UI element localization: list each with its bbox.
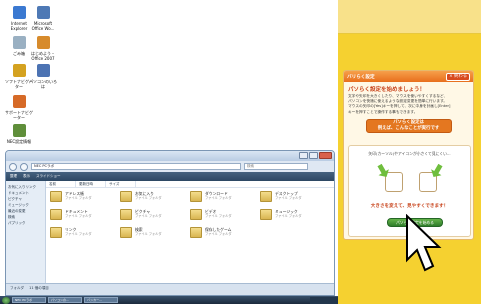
desktop-icon[interactable]: サポートナビゲーター — [4, 95, 34, 120]
folder-type: ファイル フォルダ — [65, 214, 92, 218]
folder-icon — [190, 227, 202, 238]
panel-description: 文字や矢印を大きくしたり、マウスを使いやすくするなど、 パソコンを快適に使えるよ… — [344, 94, 473, 115]
explorer-toolbar: 整理 表示 スライドショー — [6, 172, 334, 181]
back-button[interactable] — [9, 162, 17, 171]
folder-item[interactable]: 検索 ファイル フォルダ — [120, 227, 190, 245]
toolbar-organize[interactable]: 整理 — [10, 174, 17, 179]
ie-icon — [12, 6, 26, 19]
folder-item[interactable]: リンク ファイル フォルダ — [50, 227, 120, 245]
folder-icon — [50, 191, 62, 202]
office-icon — [36, 6, 50, 19]
nec-icon — [12, 124, 26, 137]
folder-type: ファイル フォルダ — [205, 232, 232, 236]
folder-item[interactable]: アドレス帳 ファイル フォルダ — [50, 191, 120, 209]
desktop-icon-label: NEC設定情報 — [6, 139, 32, 144]
desktop-icon-label: はじめよう・Office 2007 — [31, 51, 55, 61]
desktop-icon[interactable]: Microsoft Office Wo... — [28, 6, 58, 31]
folders-label[interactable]: フォルダ — [10, 286, 24, 290]
folder-item[interactable]: ドキュメント ファイル フォルダ — [50, 209, 120, 227]
finish-button[interactable]: × 終わる — [446, 72, 470, 81]
folder-type: ファイル フォルダ — [65, 196, 92, 200]
desktop-icon[interactable]: NEC設定情報 — [4, 124, 34, 144]
explorer-window[interactable]: NEC PCラボ 検索 整理 表示 スライドショー お気に入りリンク ドキュメント… — [5, 150, 335, 296]
folder-type: ファイル フォルダ — [205, 196, 232, 200]
taskbar-item-2[interactable]: パソコンの... — [48, 297, 82, 303]
column-size[interactable]: サイズ — [106, 181, 136, 187]
folder-type: ファイル フォルダ — [135, 214, 162, 218]
nav-item[interactable]: パブリック — [8, 220, 43, 226]
folder-type: ファイル フォルダ — [205, 214, 232, 218]
folder-type: ファイル フォルダ — [275, 214, 302, 218]
trash-icon — [12, 36, 26, 49]
file-grid: アドレス帳 ファイル フォルダ お気に入り ファイル フォルダ ダウンロード ファイル フ… — [46, 188, 334, 248]
folder-icon — [120, 209, 132, 220]
navigator-icon — [12, 64, 26, 77]
toolbar-view[interactable]: 表示 — [23, 174, 30, 179]
folder-icon — [120, 227, 132, 238]
folder-type: ファイル フォルダ — [135, 196, 162, 200]
maximize-button[interactable] — [309, 152, 318, 159]
office-start-icon — [36, 36, 50, 49]
taskbar-item-3[interactable]: バンカー... — [84, 297, 118, 303]
forward-button[interactable] — [20, 162, 28, 171]
toolbar-slideshow[interactable]: スライドショー — [36, 174, 61, 179]
system-tray — [310, 296, 338, 304]
panel-title: バリらく設定 — [347, 74, 375, 80]
desktop-icon[interactable]: はじめよう・Office 2007 — [28, 36, 58, 61]
cursor-illustration-icon — [385, 172, 403, 192]
desktop-icon-label: Microsoft Office Wo... — [31, 21, 55, 31]
example-banner: パソらく設定は 例えば、こんなことが実行です — [365, 118, 452, 133]
folder-item[interactable]: ビデオ ファイル フォルダ — [190, 209, 260, 227]
folder-item[interactable]: ピクチャ ファイル フォルダ — [120, 209, 190, 227]
desktop-icon-label: パソコンのいろは — [29, 79, 57, 89]
guide-icon — [36, 64, 50, 77]
folder-item[interactable]: ダウンロード ファイル フォルダ — [190, 191, 260, 209]
file-list-pane: 名前 更新日時 サイズ アドレス帳 ファイル フォルダ お気に入り ファイル フォルダ… — [46, 181, 334, 283]
status-bar: フォルダ 11 個の項目 — [6, 283, 334, 295]
folder-icon — [260, 209, 272, 220]
folder-item[interactable]: ミュージック ファイル フォルダ — [260, 209, 330, 227]
taskbar-item-1[interactable]: NEC PCラボ — [12, 297, 46, 303]
column-date[interactable]: 更新日時 — [76, 181, 106, 187]
folder-item[interactable]: お気に入り ファイル フォルダ — [120, 191, 190, 209]
folder-icon — [50, 227, 62, 238]
folder-type: ファイル フォルダ — [135, 232, 162, 236]
search-input[interactable]: 検索 — [244, 163, 308, 170]
column-headers: 名前 更新日時 サイズ — [46, 181, 334, 188]
panel-heading: パソらく設定を始めましょう！ — [348, 87, 426, 93]
folder-item[interactable]: デスクトップ ファイル フォルダ — [260, 191, 330, 209]
support-icon — [12, 95, 26, 108]
desc-line-4: キーを押すことで操作する事もできます。 — [348, 109, 418, 114]
close-button[interactable] — [319, 152, 332, 159]
item-count: 11 個の項目 — [29, 286, 49, 290]
start-button[interactable] — [2, 296, 10, 304]
screen: { "desktop": { "icons": [ {"label": "Int… — [0, 0, 481, 304]
banner-line-2: 例えば、こんなことが実行です — [377, 126, 440, 132]
desktop-icon[interactable]: パソコンのいろは — [28, 64, 58, 89]
folder-icon — [50, 209, 62, 220]
illustration-caption: 大きさを変えて、見やすくできます！ — [370, 204, 449, 209]
illustration-text: 矢印(カーソル)やアイコンが小さくて見にくい... — [368, 151, 451, 156]
minimize-button[interactable] — [299, 152, 308, 159]
taskbar: NEC PCラボ パソコンの... バンカー... — [0, 296, 338, 304]
folder-item[interactable]: 保存したゲーム ファイル フォルダ — [190, 227, 260, 245]
mouse-pointer-icon — [406, 214, 442, 272]
top-band — [338, 0, 481, 34]
explorer-nav-pane: お気に入りリンク ドキュメント ピクチャ ミュージック 最近の変更 検索 パブリック — [6, 181, 46, 283]
folder-icon — [120, 191, 132, 202]
desktop-icon-label: サポートナビゲーター — [5, 110, 33, 120]
address-bar[interactable]: NEC PCラボ — [31, 163, 241, 170]
address-row: NEC PCラボ 検索 — [6, 161, 334, 172]
folder-type: ファイル フォルダ — [275, 196, 302, 200]
panel-title-bar: バリらく設定 × 終わる — [344, 71, 473, 82]
folder-icon — [190, 191, 202, 202]
explorer-body: お気に入りリンク ドキュメント ピクチャ ミュージック 最近の変更 検索 パブリック 名前 … — [6, 181, 334, 283]
folder-icon — [260, 191, 272, 202]
folder-type: ファイル フォルダ — [65, 232, 92, 236]
folder-icon — [190, 209, 202, 220]
column-name[interactable]: 名前 — [46, 181, 76, 187]
desktop: Internet Explorer Microsoft Office Wo... ご… — [0, 0, 338, 304]
explorer-title-bar[interactable] — [6, 151, 334, 161]
